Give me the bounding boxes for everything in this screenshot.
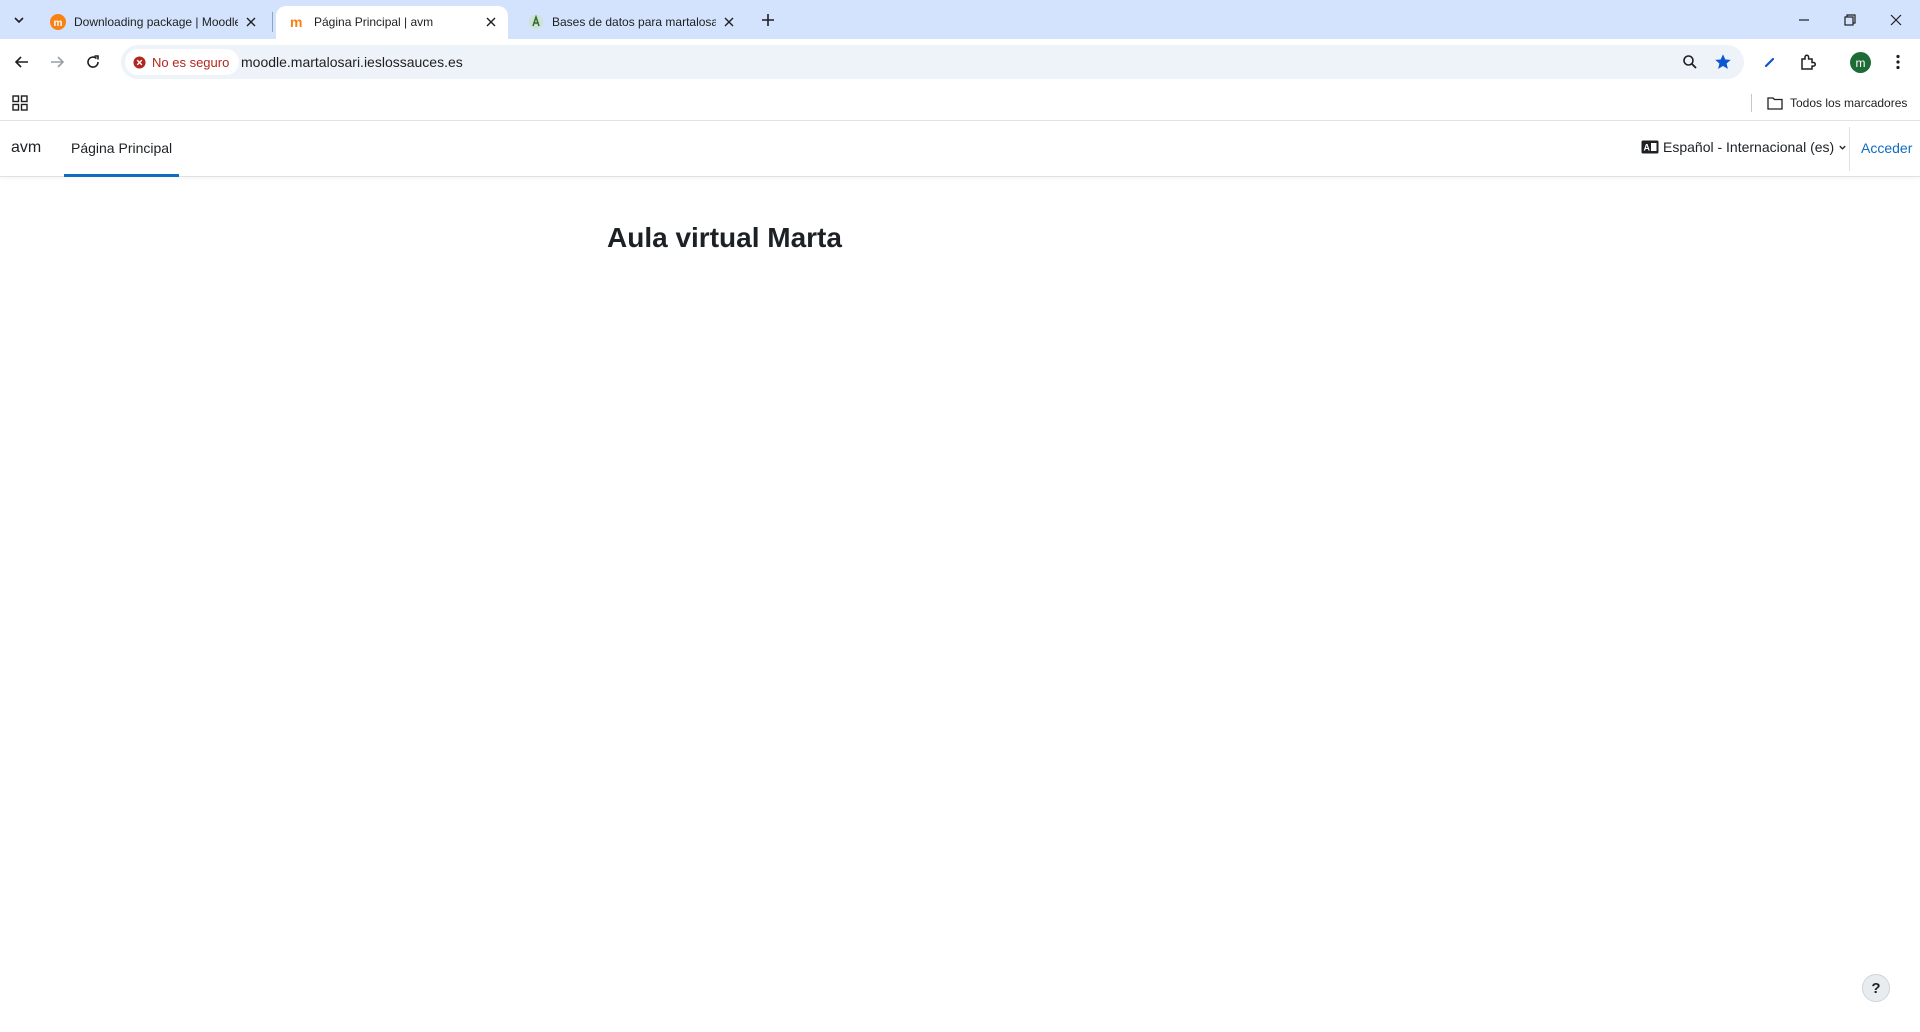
browser-tabstrip: m Downloading package | Moodle m Página …: [0, 0, 1920, 39]
nav-pagina-principal[interactable]: Página Principal: [64, 121, 180, 177]
close-icon: [1890, 14, 1902, 25]
tab-title: Bases de datos para martalosari: [552, 15, 716, 29]
language-menu[interactable]: A Español - Internacional (es): [1641, 139, 1847, 155]
url-text[interactable]: moodle.martalosari.ieslossauces.es: [241, 54, 463, 70]
profile-avatar[interactable]: m: [1850, 52, 1871, 73]
reload-button[interactable]: [79, 48, 107, 76]
back-button[interactable]: [8, 48, 36, 76]
star-icon[interactable]: [1711, 50, 1735, 74]
navbar-divider: [1849, 127, 1850, 171]
help-button[interactable]: ?: [1862, 974, 1890, 1002]
arrow-right-icon: [51, 56, 65, 68]
moodle-navbar: avm Página Principal A Español - Interna…: [0, 121, 1920, 177]
tab-search-button[interactable]: [7, 8, 31, 32]
svg-text:m: m: [290, 14, 302, 30]
minimize-button[interactable]: [1781, 0, 1827, 39]
login-link[interactable]: Acceder: [1861, 140, 1912, 156]
hosting-icon: [529, 14, 543, 29]
bookmarks-bar: Todos los marcadores: [0, 85, 1920, 121]
all-bookmarks-label: Todos los marcadores: [1790, 96, 1908, 110]
extensions-icon[interactable]: [1794, 48, 1822, 76]
close-icon[interactable]: [242, 13, 260, 31]
tab-bases-de-datos[interactable]: Bases de datos para martalosari: [514, 6, 746, 39]
svg-text:m: m: [54, 18, 63, 29]
close-icon[interactable]: [720, 13, 738, 31]
apps-grid-icon[interactable]: [10, 93, 30, 113]
zoom-icon[interactable]: [1678, 50, 1702, 74]
bookmarks-separator: [1751, 94, 1752, 112]
tab-title: Downloading package | Moodle: [74, 15, 238, 29]
chevron-down-icon: [1839, 145, 1846, 150]
folder-icon: [1767, 97, 1783, 110]
warning-icon: [133, 55, 146, 69]
tab-pagina-principal[interactable]: m Página Principal | avm: [276, 6, 508, 39]
security-label: No es seguro: [152, 54, 230, 70]
language-label: Español - Internacional (es): [1663, 139, 1835, 155]
page-title: Aula virtual Marta: [607, 222, 842, 253]
arrow-left-icon: [14, 56, 28, 68]
moodle-icon: m: [290, 14, 302, 30]
site-name[interactable]: avm: [11, 139, 41, 157]
restore-icon: [1844, 13, 1856, 26]
moodle-orange-icon: m: [50, 14, 66, 30]
minimize-icon: [1799, 18, 1809, 21]
address-bar[interactable]: No es seguro moodle.martalosari.ieslossa…: [121, 45, 1744, 79]
kebab-menu-icon[interactable]: [1884, 48, 1912, 76]
all-bookmarks-button[interactable]: Todos los marcadores: [1767, 93, 1907, 113]
chevron-down-icon: [14, 17, 24, 24]
new-tab-button[interactable]: [756, 8, 780, 32]
forward-button[interactable]: [43, 48, 71, 76]
svg-text:A: A: [1644, 143, 1651, 153]
close-icon[interactable]: [482, 13, 500, 31]
edit-pen-icon[interactable]: [1756, 48, 1784, 76]
tab-title: Página Principal | avm: [314, 15, 434, 29]
browser-toolbar: No es seguro moodle.martalosari.ieslossa…: [0, 39, 1920, 85]
security-indicator[interactable]: No es seguro: [125, 49, 240, 75]
reload-icon: [87, 55, 99, 68]
window-close-button[interactable]: [1873, 0, 1919, 39]
plus-icon: [762, 14, 774, 26]
language-icon: A: [1641, 140, 1659, 154]
tab-downloading-package[interactable]: m Downloading package | Moodle: [36, 6, 268, 39]
restore-button[interactable]: [1827, 0, 1873, 39]
tab-separator: [272, 12, 273, 32]
